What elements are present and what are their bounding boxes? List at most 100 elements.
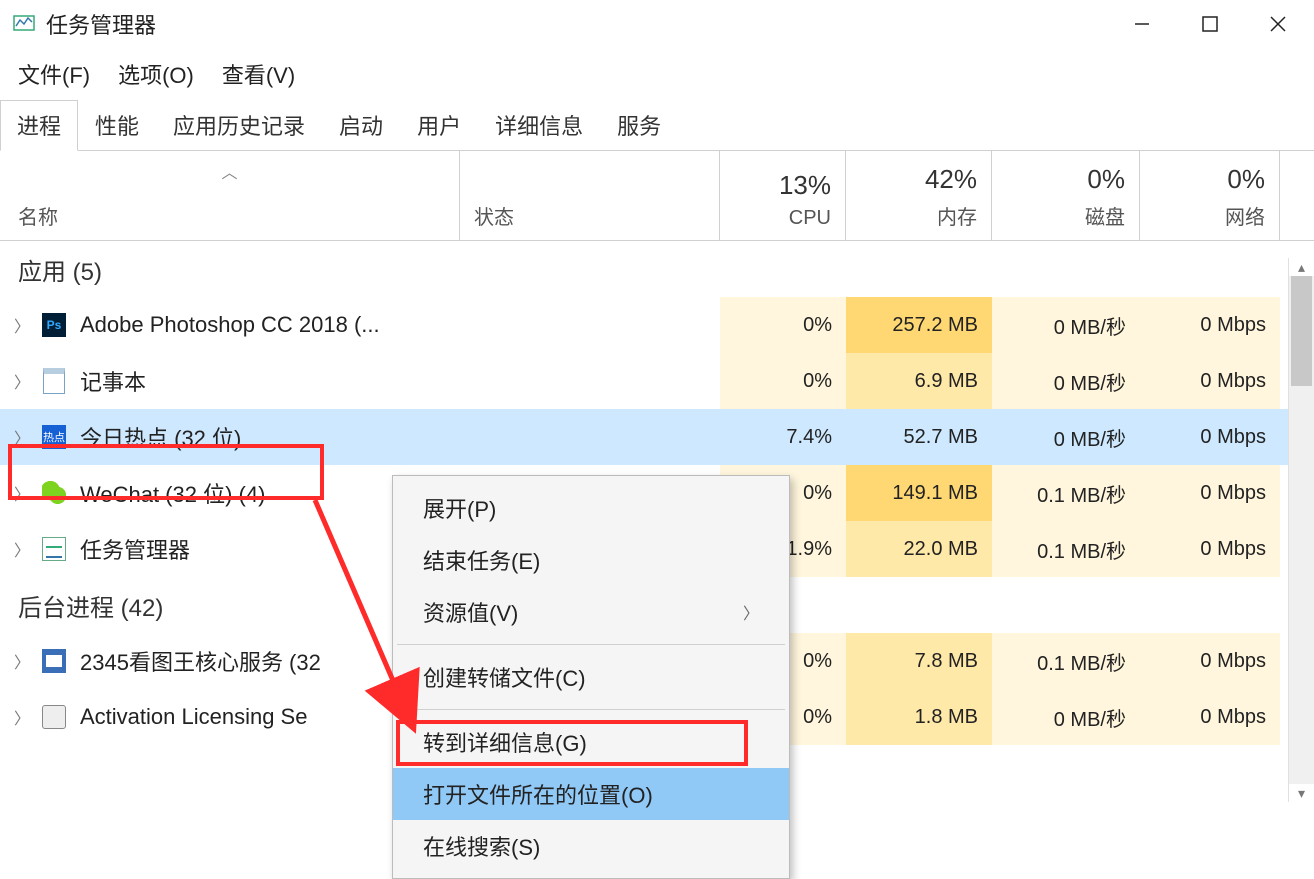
close-button[interactable] [1264,10,1292,38]
cell-cpu: 7.4% [720,409,846,465]
header-mem-pct: 42% [925,164,977,195]
ctx-end-task[interactable]: 结束任务(E) [393,534,789,586]
column-headers: ︿ 名称 状态 13% CPU 42% 内存 0% 磁盘 0% 网络 [0,151,1314,241]
chevron-right-icon: 〉 [743,600,759,624]
cell-mem: 52.7 MB [846,409,992,465]
cell-net: 0 Mbps [1140,409,1280,465]
cell-disk: 0.1 MB/秒 [992,521,1140,577]
header-net-label: 网络 [1225,201,1265,230]
ctx-open-location[interactable]: 打开文件所在的位置(O) [393,768,789,820]
chevron-right-icon[interactable]: 〉 [14,537,34,561]
ctx-goto-details[interactable]: 转到详细信息(G) [393,716,789,768]
scroll-track[interactable] [1289,276,1314,784]
tab-processes[interactable]: 进程 [0,100,78,151]
cell-disk: 0 MB/秒 [992,297,1140,353]
header-state[interactable]: 状态 [460,151,720,240]
scroll-thumb[interactable] [1291,276,1312,386]
app-icon [40,703,68,731]
chevron-right-icon[interactable]: 〉 [14,649,34,673]
app-icon [40,647,68,675]
process-name: Activation Licensing Se [80,704,307,730]
header-disk[interactable]: 0% 磁盘 [992,151,1140,240]
ctx-resource[interactable]: 资源值(V)〉 [393,586,789,638]
notepad-icon [40,367,68,395]
cell-cpu: 0% [720,297,846,353]
cell-cpu: 0% [720,353,846,409]
chevron-right-icon[interactable]: 〉 [14,481,34,505]
process-name: Adobe Photoshop CC 2018 (... [80,312,380,338]
group-apps[interactable]: 应用 (5) [0,241,1314,297]
header-cpu-pct: 13% [779,170,831,201]
cell-mem: 1.8 MB [846,689,992,745]
cell-mem: 149.1 MB [846,465,992,521]
tab-performance[interactable]: 性能 [78,100,156,150]
cell-net: 0 Mbps [1140,353,1280,409]
process-row[interactable]: 〉热点今日热点 (32 位) 7.4% 52.7 MB 0 MB/秒 0 Mbp… [0,409,1314,465]
cell-mem: 22.0 MB [846,521,992,577]
group-apps-label: 应用 (5) [0,252,102,287]
app-icon [12,12,36,36]
header-disk-pct: 0% [1087,164,1125,195]
window-title: 任务管理器 [46,8,1128,40]
context-menu: 展开(P) 结束任务(E) 资源值(V)〉 创建转储文件(C) 转到详细信息(G… [392,475,790,879]
process-row[interactable]: 〉 记事本 0% 6.9 MB 0 MB/秒 0 Mbps [0,353,1314,409]
process-name: 2345看图王核心服务 (32 [80,645,321,677]
menu-file[interactable]: 文件(F) [18,58,90,90]
cell-disk: 0.1 MB/秒 [992,465,1140,521]
cell-net: 0 Mbps [1140,689,1280,745]
cell-disk: 0 MB/秒 [992,353,1140,409]
cell-disk: 0.1 MB/秒 [992,633,1140,689]
cell-net: 0 Mbps [1140,633,1280,689]
cell-disk: 0 MB/秒 [992,689,1140,745]
titlebar: 任务管理器 [0,0,1314,48]
scrollbar[interactable]: ▴ ▾ [1288,258,1314,802]
wechat-icon [40,479,68,507]
menu-view[interactable]: 查看(V) [222,58,295,90]
header-cpu[interactable]: 13% CPU [720,151,846,240]
menu-options[interactable]: 选项(O) [118,58,194,90]
ctx-search-online[interactable]: 在线搜索(S) [393,820,789,872]
sort-arrow-icon: ︿ [221,159,237,183]
tab-services[interactable]: 服务 [600,100,678,150]
cell-net: 0 Mbps [1140,465,1280,521]
header-disk-label: 磁盘 [1085,201,1125,230]
header-net[interactable]: 0% 网络 [1140,151,1280,240]
scroll-up-icon[interactable]: ▴ [1289,258,1314,276]
separator [397,644,785,645]
header-name[interactable]: ︿ 名称 [0,151,460,240]
group-bg-label: 后台进程 (42) [0,588,163,623]
separator [397,709,785,710]
header-name-label: 名称 [18,201,58,230]
hotspot-icon: 热点 [40,423,68,451]
cell-net: 0 Mbps [1140,297,1280,353]
ctx-dump[interactable]: 创建转储文件(C) [393,651,789,703]
cell-disk: 0 MB/秒 [992,409,1140,465]
cell-mem: 6.9 MB [846,353,992,409]
header-mem[interactable]: 42% 内存 [846,151,992,240]
tab-app-history[interactable]: 应用历史记录 [156,100,322,150]
process-name: 今日热点 (32 位) [80,421,241,453]
tab-users[interactable]: 用户 [400,100,478,150]
menubar: 文件(F) 选项(O) 查看(V) [0,48,1314,100]
chevron-right-icon[interactable]: 〉 [14,425,34,449]
tab-startup[interactable]: 启动 [322,100,400,150]
header-mem-label: 内存 [937,201,977,230]
chevron-right-icon[interactable]: 〉 [14,313,34,337]
cell-mem: 257.2 MB [846,297,992,353]
window-controls [1128,10,1292,38]
tabs: 进程 性能 应用历史记录 启动 用户 详细信息 服务 [0,100,1314,151]
maximize-button[interactable] [1196,10,1224,38]
cell-net: 0 Mbps [1140,521,1280,577]
photoshop-icon: Ps [40,311,68,339]
process-name: WeChat (32 位) (4) [80,477,265,509]
chevron-right-icon[interactable]: 〉 [14,369,34,393]
cell-mem: 7.8 MB [846,633,992,689]
scroll-down-icon[interactable]: ▾ [1289,784,1314,802]
chevron-right-icon[interactable]: 〉 [14,705,34,729]
ctx-expand[interactable]: 展开(P) [393,482,789,534]
process-name: 记事本 [80,365,146,397]
process-row[interactable]: 〉Ps Adobe Photoshop CC 2018 (... 0% 257.2… [0,297,1314,353]
taskmgr-icon [40,535,68,563]
minimize-button[interactable] [1128,10,1156,38]
tab-details[interactable]: 详细信息 [478,100,600,150]
